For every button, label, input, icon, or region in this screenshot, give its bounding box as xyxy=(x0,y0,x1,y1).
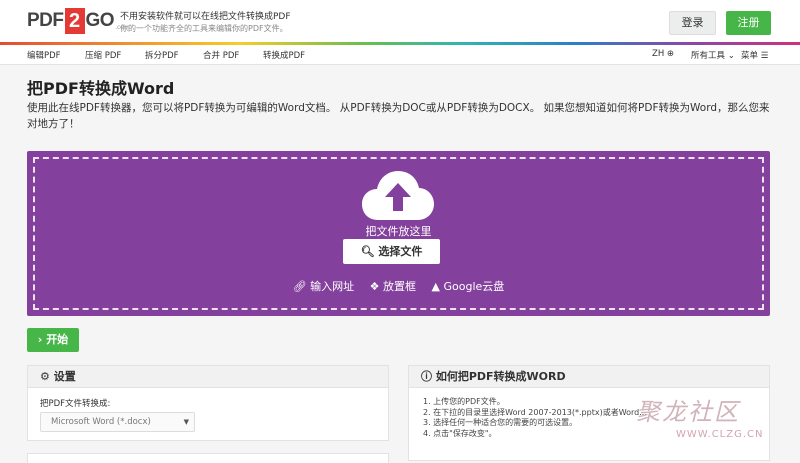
nav-item-convert-to-pdf[interactable]: 转换成PDF xyxy=(263,49,305,61)
all-tools-label: 所有工具 xyxy=(691,51,726,61)
source-url[interactable]: 🔗︎ 输入网址 xyxy=(293,280,354,293)
howto-step: 4. 点击"保存改变"。 xyxy=(423,428,497,438)
start-button[interactable]: › 开始 xyxy=(27,328,79,352)
target-format-select[interactable]: Microsoft Word (*.docx) ▼ xyxy=(40,412,195,432)
secondary-settings-panel xyxy=(27,453,389,463)
source-dropbox-label: 放置框 xyxy=(383,280,417,293)
register-button[interactable]: 注册 xyxy=(726,11,771,35)
source-url-label: 输入网址 xyxy=(310,280,355,293)
nav-item-edit-pdf[interactable]: 编辑PDF xyxy=(27,49,61,61)
howto-header: ⓘ 如何把PDF转换成WORD xyxy=(409,366,769,388)
google-drive-icon: ▲ xyxy=(431,280,440,293)
all-tools-dropdown[interactable]: 所有工具 ⌄ xyxy=(691,49,735,61)
upload-sources: 🔗︎ 输入网址 ❖ 放置框 ▲ Google云盘 xyxy=(27,278,770,294)
logo[interactable]: PDF 2 GO .com xyxy=(27,8,130,34)
choose-file-button[interactable]: 🔍︎ 选择文件 xyxy=(343,239,440,264)
tagline: 不用安装软件就可以在线把文件转换成PDF 你的一个功能齐全的工具来编辑你的PDF… xyxy=(120,11,291,35)
target-format-value: Microsoft Word (*.docx) xyxy=(51,417,151,427)
page-description: 使用此在线PDF转换器，您可以将PDF转换为可编辑的Word文档。 从PDF转换… xyxy=(27,102,770,130)
page-title: 把PDF转换成Word xyxy=(27,79,175,98)
howto-steps: 1. 上传您的PDF文件。 2. 在下拉的目录里选择Word 2007-2013… xyxy=(423,397,647,439)
howto-step: 2. 在下拉的目录里选择Word 2007-2013(*.pptx)或者Word… xyxy=(423,407,647,417)
gears-icon: ⚙ xyxy=(40,370,50,383)
cloud-upload-icon xyxy=(362,171,434,220)
caret-down-icon: ▼ xyxy=(183,418,189,426)
info-icon: ⓘ xyxy=(421,370,432,383)
menu-button[interactable]: 菜单 ☰ xyxy=(741,49,768,61)
nav-item-merge-pdf[interactable]: 合并 PDF xyxy=(203,49,239,61)
settings-header: ⚙ 设置 xyxy=(28,366,388,388)
howto-panel: ⓘ 如何把PDF转换成WORD 1. 上传您的PDF文件。 2. 在下拉的目录里… xyxy=(408,365,770,461)
login-button[interactable]: 登录 xyxy=(669,11,716,35)
dropbox-icon: ❖ xyxy=(369,280,380,293)
howto-title: 如何把PDF转换成WORD xyxy=(435,370,566,383)
source-google-drive-label: Google云盘 xyxy=(443,280,505,293)
tagline-sub: 你的一个功能齐全的工具来编辑你的PDF文件。 xyxy=(120,24,288,33)
choose-file-label: 选择文件 xyxy=(378,245,423,258)
file-dropzone[interactable]: 把文件放这里 🔍︎ 选择文件 🔗︎ 输入网址 ❖ 放置框 ▲ Google云盘 xyxy=(27,151,770,316)
howto-step: 1. 上传您的PDF文件。 xyxy=(423,397,505,406)
nav-item-split-pdf[interactable]: 拆分PDF xyxy=(145,49,179,61)
logo-go-text: GO xyxy=(85,10,115,31)
settings-panel: ⚙ 设置 把PDF文件转换成: Microsoft Word (*.docx) … xyxy=(27,365,389,441)
convert-to-label: 把PDF文件转换成: xyxy=(40,399,111,409)
nav-item-compress-pdf[interactable]: 压缩 PDF xyxy=(85,49,121,61)
logo-pdf-text: PDF xyxy=(27,10,64,31)
source-google-drive[interactable]: ▲ Google云盘 xyxy=(432,280,505,293)
language-selector[interactable]: ZH ⊕ xyxy=(652,49,674,59)
tagline-main: 不用安装软件就可以在线把文件转换成PDF xyxy=(120,12,291,22)
logo-2-badge: 2 xyxy=(64,8,85,34)
howto-step: 3. 选择任何一种适合您的需要的可选设置。 xyxy=(423,418,578,427)
start-label: 开始 xyxy=(46,333,69,346)
main-nav: 编辑PDF 压缩 PDF 拆分PDF 合并 PDF 转换成PDF ZH ⊕ 所有… xyxy=(0,45,800,65)
chevron-right-icon: › xyxy=(37,333,43,346)
header: PDF 2 GO .com 不用安装软件就可以在线把文件转换成PDF 你的一个功… xyxy=(0,0,800,42)
chevron-down-icon: ⌄ xyxy=(727,51,735,61)
source-dropbox[interactable]: ❖ 放置框 xyxy=(370,280,416,293)
link-icon: 🔗︎ xyxy=(292,280,307,293)
drop-here-label: 把文件放这里 xyxy=(365,225,432,238)
search-icon: 🔍︎ xyxy=(360,245,375,258)
settings-title: 设置 xyxy=(53,370,76,383)
